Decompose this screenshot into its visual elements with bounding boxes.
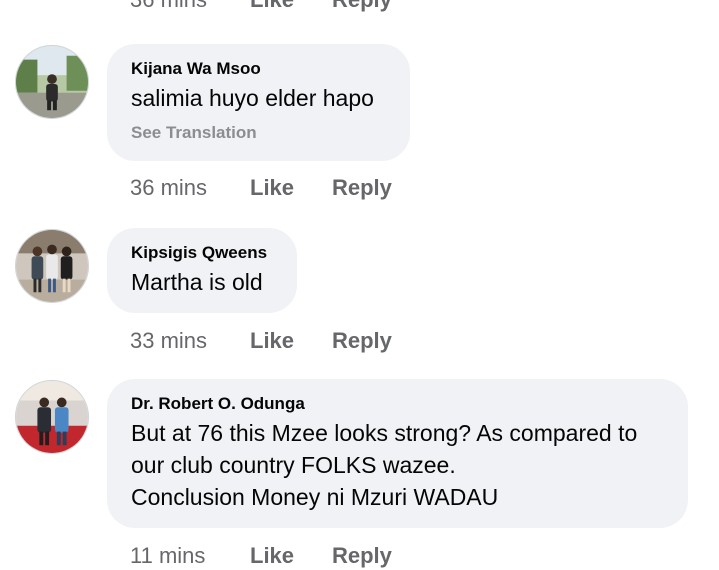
comment-timestamp: 36 mins — [130, 175, 208, 200]
comment-actions-previous: 36 minsLikeReply — [130, 0, 392, 13]
like-button[interactable]: Like — [250, 175, 332, 201]
like-button[interactable]: Like — [250, 0, 332, 13]
avatar-photo — [16, 46, 88, 118]
comment-text-line: our club country FOLKS wazee. — [131, 452, 456, 478]
reply-button[interactable]: Reply — [332, 0, 392, 13]
avatar-photo — [16, 230, 88, 302]
avatar[interactable] — [15, 45, 89, 119]
reply-button[interactable]: Reply — [332, 543, 392, 569]
comment-bubble: Dr. Robert O. Odunga But at 76 this Mzee… — [107, 379, 688, 528]
comment-text: Martha is old — [131, 266, 273, 298]
comment-text: salimia huyo elder hapo — [131, 82, 386, 114]
comment-actions: 33 mins Like Reply — [130, 328, 392, 354]
reply-button[interactable]: Reply — [332, 175, 392, 201]
comment-bubble: Kipsigis Qweens Martha is old — [107, 228, 297, 313]
see-translation-link[interactable]: See Translation — [131, 122, 386, 144]
comment-author[interactable]: Kipsigis Qweens — [131, 242, 273, 264]
comment-timestamp: 36 mins — [130, 0, 250, 13]
avatar-photo — [16, 381, 88, 453]
comment-text-line: Martha is old — [131, 269, 263, 295]
comment-author[interactable]: Kijana Wa Msoo — [131, 58, 386, 80]
like-button[interactable]: Like — [250, 543, 332, 569]
avatar[interactable] — [15, 229, 89, 303]
comment-bubble: Kijana Wa Msoo salimia huyo elder hapo S… — [107, 44, 410, 161]
comment-actions: 11 mins Like Reply — [130, 543, 392, 569]
comment-actions: 36 mins Like Reply — [130, 175, 392, 201]
comment-text-line: Conclusion Money ni Mzuri WADAU — [131, 484, 499, 510]
comment-text-line: salimia huyo elder hapo — [131, 85, 374, 111]
comment-timestamp: 11 mins — [130, 543, 206, 568]
avatar[interactable] — [15, 380, 89, 454]
reply-button[interactable]: Reply — [332, 328, 392, 354]
comment-text-line: But at 76 this Mzee looks strong? As com… — [131, 420, 638, 446]
comment-text: But at 76 this Mzee looks strong? As com… — [131, 417, 664, 513]
like-button[interactable]: Like — [250, 328, 332, 354]
comment-timestamp: 33 mins — [130, 328, 208, 353]
comment-author[interactable]: Dr. Robert O. Odunga — [131, 393, 664, 415]
